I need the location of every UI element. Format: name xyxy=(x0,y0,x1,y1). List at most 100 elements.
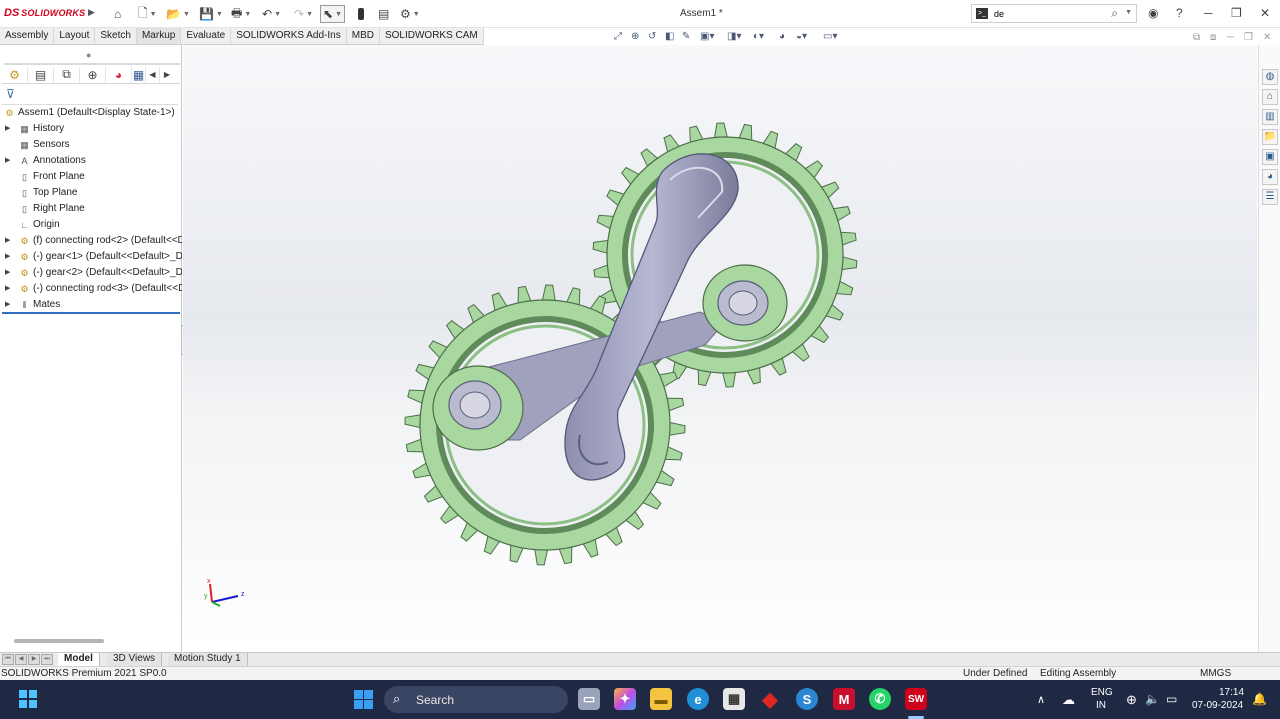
next-tab-icon[interactable]: ▶ xyxy=(28,654,40,665)
section-view-icon[interactable]: ◧ xyxy=(665,31,674,45)
help-icon[interactable]: ? xyxy=(1176,6,1183,20)
windows-start-icon[interactable] xyxy=(352,688,374,710)
microsoft-store-icon[interactable]: ▦ xyxy=(723,688,745,710)
tree-root-assembly[interactable]: ⚙ Assem1 (Default<Display State-1>) xyxy=(0,105,182,121)
file-properties-button[interactable]: ▤ xyxy=(378,5,389,23)
chevron-down-icon[interactable]: ▼ xyxy=(183,11,190,18)
configuration-manager-tab-icon[interactable]: ⧉ xyxy=(54,66,80,83)
tab-sketch[interactable]: Sketch xyxy=(95,28,137,45)
search-input[interactable] xyxy=(994,6,1104,21)
close-icon[interactable]: ✕ xyxy=(1260,6,1270,20)
view-palette-icon[interactable]: ▣ xyxy=(1262,149,1278,165)
chevron-down-icon[interactable]: ▼ xyxy=(274,11,281,18)
notifications-icon[interactable]: 🔔 xyxy=(1252,692,1267,706)
minimize-icon[interactable]: ─ xyxy=(1204,6,1213,20)
solidworks-resources-icon[interactable]: ◍ xyxy=(1262,69,1278,85)
solidworks-logo[interactable]: DS SOLIDWORKS xyxy=(4,7,85,19)
property-manager-tab-icon[interactable]: ▤ xyxy=(28,66,54,83)
options-button[interactable]: ⚙ ▼ xyxy=(400,5,420,23)
last-tab-icon[interactable]: ⏭ xyxy=(41,654,53,665)
cloud-sync-icon[interactable]: ☁ xyxy=(1062,692,1075,708)
tree-item-front-plane[interactable]: ▯ Front Plane xyxy=(0,169,182,185)
tab-scroll-left-icon[interactable]: ◀ xyxy=(146,66,160,83)
doc-minimize-icon[interactable]: ─ xyxy=(1227,32,1234,43)
copilot-icon[interactable]: ✦ xyxy=(614,688,636,710)
graphics-area[interactable]: x y z xyxy=(183,45,1257,652)
save-button[interactable]: 💾 ▼ xyxy=(199,5,223,23)
home-button[interactable]: ⌂ xyxy=(114,5,121,23)
chevron-down-icon[interactable]: ▼ xyxy=(306,11,313,18)
tab-solidworks-cam[interactable]: SOLIDWORKS CAM xyxy=(379,28,484,45)
file-explorer-icon[interactable]: ▬ xyxy=(650,688,672,710)
solidworks-taskbar-icon[interactable]: SW xyxy=(905,688,927,710)
expand-arrow-icon[interactable]: ▶ xyxy=(5,281,10,297)
select-button[interactable]: ⬉ ▼ xyxy=(320,5,345,23)
whatsapp-icon[interactable]: ✆ xyxy=(869,688,891,710)
assembly-model[interactable] xyxy=(183,45,1257,652)
chevron-down-icon[interactable]: ▼ xyxy=(413,11,420,18)
tab-markup[interactable]: Markup xyxy=(136,28,182,45)
unit-system[interactable]: MMGS xyxy=(1200,667,1231,681)
design-library-icon[interactable]: ▥ xyxy=(1262,109,1278,125)
command-search-icon[interactable]: >_ xyxy=(976,8,988,19)
expand-arrow-icon[interactable]: ▶ xyxy=(5,233,10,249)
chevron-down-icon[interactable]: ▼ xyxy=(1125,9,1132,16)
clock-date[interactable]: 07-09-2024 xyxy=(1192,700,1243,711)
tab-motion-study-1[interactable]: Motion Study 1 xyxy=(168,653,248,666)
apply-scene-icon[interactable]: ◒▾ xyxy=(796,31,807,45)
horizontal-scrollbar[interactable] xyxy=(14,639,104,643)
language-indicator[interactable]: ENG xyxy=(1091,687,1113,698)
anydesk-icon[interactable]: ◆ xyxy=(759,688,781,711)
taskbar-search[interactable]: ⌕ Search xyxy=(384,686,568,713)
new-document-button[interactable]: 🗋 ▼ xyxy=(138,5,157,23)
feature-manager-tab-icon[interactable]: ⚙ xyxy=(2,66,28,83)
gear-2-hub[interactable] xyxy=(432,365,524,451)
chevron-down-icon[interactable]: ▼ xyxy=(335,11,342,18)
tile-vertical-icon[interactable]: ⧈ xyxy=(1210,32,1216,43)
tab-layout[interactable]: Layout xyxy=(54,28,96,45)
tab-model[interactable]: Model xyxy=(58,653,100,666)
rebuild-button[interactable] xyxy=(358,5,364,23)
doc-restore-icon[interactable]: ❐ xyxy=(1244,32,1253,43)
custom-properties-icon[interactable]: ☰ xyxy=(1262,189,1278,205)
zoom-to-area-icon[interactable]: ⊕ xyxy=(631,31,639,45)
panel-grip-icon[interactable]: ● xyxy=(86,50,91,60)
chevron-down-icon[interactable]: ▼ xyxy=(150,11,157,18)
edit-appearance-icon[interactable]: ◕ xyxy=(779,31,785,45)
chevron-down-icon[interactable]: ▼ xyxy=(216,11,223,18)
tree-item-connecting-rod-3[interactable]: ▶ ⚙ (-) connecting rod<3> (Default<<Defa… xyxy=(0,281,182,297)
view-orientation-icon[interactable]: ▣▾ xyxy=(700,31,714,45)
show-hidden-icons-icon[interactable]: ∧ xyxy=(1037,693,1045,706)
expand-arrow-icon[interactable]: ▶ xyxy=(5,265,10,281)
undo-button[interactable]: ↶ ▼ xyxy=(262,5,281,23)
tree-item-history[interactable]: ▶ ▦ History xyxy=(0,121,182,137)
prev-tab-icon[interactable]: ◀ xyxy=(15,654,27,665)
tree-item-connecting-rod-2[interactable]: ▶ ⚙ (f) connecting rod<2> (Default<<Defa… xyxy=(0,233,182,249)
print-button[interactable]: 🖶 ▼ xyxy=(231,5,251,23)
tab-scroll-right-icon[interactable]: ▶ xyxy=(160,67,174,83)
mcafee-icon[interactable]: M xyxy=(833,688,855,710)
volume-icon[interactable]: 🔈 xyxy=(1145,692,1160,706)
tab-solidworks-add-ins[interactable]: SOLIDWORKS Add-Ins xyxy=(231,28,347,45)
expand-arrow-icon[interactable]: ▶ xyxy=(5,121,10,137)
edge-browser-icon[interactable]: e xyxy=(687,688,709,710)
view-settings-icon[interactable]: ▭▾ xyxy=(823,31,837,45)
account-icon[interactable]: ◉ xyxy=(1148,6,1158,20)
tree-item-annotations[interactable]: ▶ A Annotations xyxy=(0,153,182,169)
battery-icon[interactable]: ▭ xyxy=(1166,692,1177,706)
tab-3d-views[interactable]: 3D Views xyxy=(107,653,163,666)
tab-mbd[interactable]: MBD xyxy=(346,28,380,45)
tree-item-top-plane[interactable]: ▯ Top Plane xyxy=(0,185,182,201)
cam-manager-tab-icon[interactable]: ▦ xyxy=(132,66,146,83)
rollback-bar[interactable] xyxy=(2,312,180,314)
tree-item-origin[interactable]: ∟ Origin xyxy=(0,217,182,233)
chevron-down-icon[interactable]: ▼ xyxy=(244,11,251,18)
file-explorer-icon[interactable]: 📁 xyxy=(1262,129,1278,145)
open-button[interactable]: 📂 ▼ xyxy=(166,5,190,23)
clock-time[interactable]: 17:14 xyxy=(1219,687,1244,698)
dynamic-annotation-icon[interactable]: ✎ xyxy=(682,31,690,45)
network-icon[interactable]: ⊕ xyxy=(1126,692,1137,708)
display-style-icon[interactable]: ◨▾ xyxy=(727,31,741,45)
dimxpert-manager-tab-icon[interactable]: ⊕ xyxy=(80,66,106,83)
appearances-icon[interactable]: ◕ xyxy=(1262,169,1278,185)
